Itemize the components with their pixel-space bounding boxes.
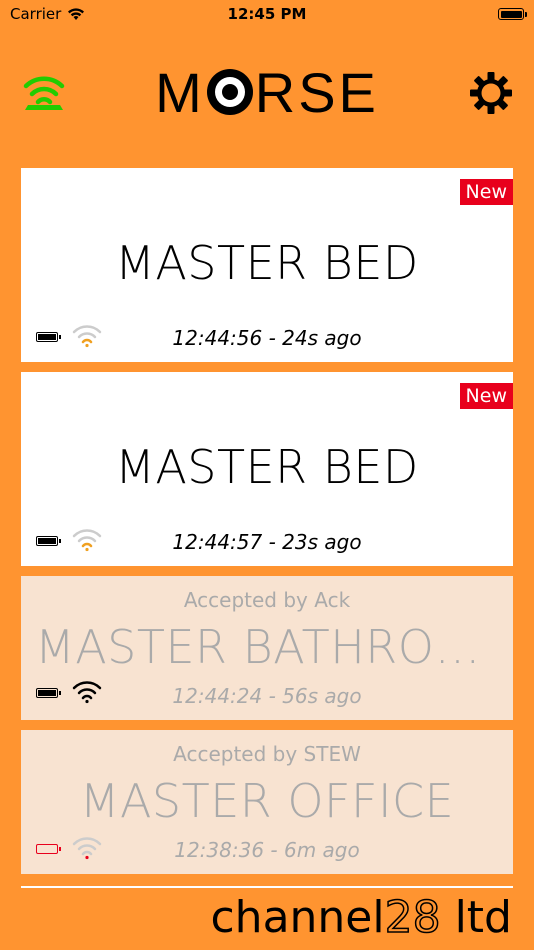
card-title: MASTER BATHROO…: [35, 620, 513, 674]
card-title: MASTER BED: [115, 440, 419, 494]
brand-prefix: channel: [210, 892, 385, 943]
status-left: Carrier: [10, 5, 85, 23]
gear-icon[interactable]: [468, 70, 514, 116]
accepted-alert-card[interactable]: Accepted by STEW MASTER OFFICE 12:38:36 …: [21, 730, 513, 874]
brand-suffix: ltd: [440, 892, 512, 943]
alert-card[interactable]: New MASTER BED 12:44:57 - 23s ago: [21, 372, 513, 566]
footer-divider: [21, 886, 513, 888]
wifi-status-icon: [68, 8, 85, 20]
card-title: MASTER OFFICE: [79, 774, 455, 828]
brand-number: 28: [384, 891, 442, 944]
wifi-connection-icon[interactable]: [22, 72, 66, 112]
card-time: 12:44:56 - 24s ago: [172, 326, 362, 350]
card-time: 12:38:36 - 6m ago: [174, 838, 360, 862]
accepted-alert-card[interactable]: Accepted by Ack MASTER BATHROO… 12:44:24…: [21, 576, 513, 720]
battery-status-icon: [498, 8, 527, 20]
card-time: 12:44:24 - 56s ago: [172, 684, 362, 708]
accepted-by-label: Accepted by STEW: [173, 742, 361, 766]
morse-logo: M RSE: [152, 61, 382, 124]
logo-text-right: RSE: [254, 60, 379, 124]
logo-text-left: M: [155, 60, 205, 124]
new-badge: New: [459, 179, 513, 205]
brand-logo: channel28 ltd: [210, 891, 512, 944]
card-title: MASTER BED: [115, 236, 419, 290]
status-bar: Carrier 12:45 PM: [0, 0, 534, 28]
new-badge: New: [459, 383, 513, 409]
card-time: 12:44:57 - 23s ago: [172, 530, 362, 554]
alert-card[interactable]: New MASTER BED 12:44:56 - 24s ago: [21, 168, 513, 362]
logo-eye-icon: [206, 69, 253, 115]
app-header: M RSE: [0, 56, 534, 132]
carrier-label: Carrier: [10, 5, 62, 23]
accepted-by-label: Accepted by Ack: [183, 588, 351, 612]
